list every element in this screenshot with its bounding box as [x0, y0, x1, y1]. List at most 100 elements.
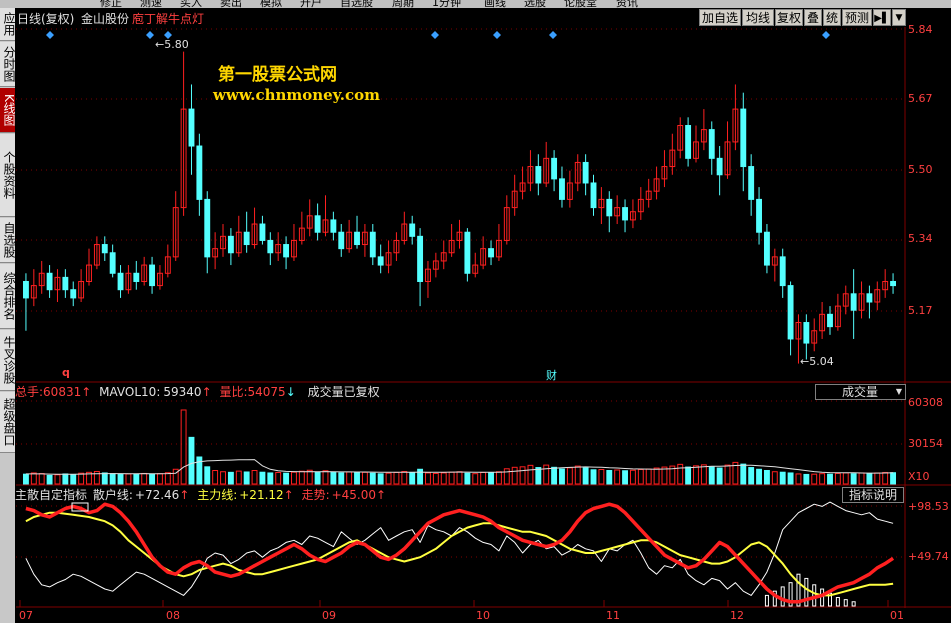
retail-bar [843, 599, 848, 607]
indicator-name[interactable]: 主散自定指标 [15, 488, 87, 502]
candle-body [196, 145, 203, 200]
volume-bar [693, 465, 699, 485]
retail-bar [820, 588, 825, 607]
volume-bar [117, 473, 124, 485]
retail-line [25, 501, 894, 596]
candle-body [377, 256, 384, 266]
volume-bar [235, 470, 242, 485]
trend-label: 走势: [301, 488, 330, 502]
candle-body [488, 248, 494, 258]
candle-body [559, 178, 565, 200]
volume-bar [204, 466, 211, 485]
mavol-value: 59340 [163, 385, 202, 399]
volume-bar [306, 469, 313, 485]
volume-bar [125, 473, 132, 485]
candle-body [330, 219, 337, 233]
candle-body [46, 272, 53, 291]
volume-bar [700, 464, 707, 485]
retail-bar [835, 597, 840, 607]
candle-body [227, 235, 234, 254]
volume-bar [38, 473, 45, 485]
indicator-help-button[interactable]: 指标说明 [842, 487, 904, 503]
candle-body [369, 231, 376, 258]
candle-body [590, 182, 597, 209]
volume-bar [46, 474, 53, 485]
retail-line-value: +72.46 [134, 488, 180, 502]
low-price-annotation: ←5.04 [800, 355, 834, 368]
volume-indicator-selected: 成交量 [842, 385, 879, 399]
indicator-tick-label: +49.74 [908, 550, 949, 563]
volume-bar [740, 463, 747, 485]
volume-bar [212, 470, 219, 485]
volume-bar [582, 467, 589, 485]
candle-body [409, 223, 416, 237]
signal-marker-icon [822, 31, 830, 39]
volume-bar [803, 473, 810, 485]
volume-restored-note: 成交量已复权 [307, 385, 380, 399]
volume-bar [771, 471, 778, 485]
volume-bar [346, 471, 353, 485]
retail-bar [780, 586, 785, 607]
volume-bar [291, 471, 297, 485]
candle-body [582, 161, 589, 184]
price-tick-label: 5.50 [908, 163, 933, 176]
volume-bar [141, 472, 148, 485]
volume-bar [54, 474, 61, 485]
candle-body [243, 231, 250, 246]
signal-marker-icon [493, 31, 501, 39]
finance-marker[interactable]: 财 [546, 367, 557, 383]
volume-bar [101, 472, 108, 485]
volume-bar [527, 464, 534, 485]
candle-body [149, 264, 156, 287]
candle-body [117, 272, 124, 291]
volume-bar [590, 469, 597, 485]
volume-indicator-select[interactable]: 成交量 ▼ [815, 384, 906, 400]
candle-body [708, 129, 715, 159]
candle-body [740, 108, 747, 168]
marker-q: q [62, 366, 70, 379]
candle-body [267, 239, 274, 254]
candle-body [827, 313, 833, 328]
date-tick-label: 11 [606, 609, 620, 622]
main-force-label: 主力线: [197, 488, 238, 502]
volume-bar [22, 473, 29, 485]
volume-bar [787, 472, 794, 485]
date-tick-label: 07 [19, 609, 33, 622]
volume-bar [811, 473, 818, 485]
volume-bar [519, 466, 526, 485]
volume-bar [417, 468, 424, 485]
volume-bar [748, 467, 755, 485]
up-arrow-icon: ↑ [283, 488, 294, 502]
volume-bar [598, 469, 605, 485]
indicator-tick-label: +98.53 [908, 500, 949, 513]
retail-bar [851, 601, 856, 607]
volume-bar [298, 470, 305, 485]
volume-bar [653, 467, 660, 485]
candle-body [204, 198, 211, 258]
volume-bar [440, 472, 447, 485]
volume-bar [629, 469, 636, 485]
candle-body [866, 293, 873, 303]
candle-body [535, 166, 542, 184]
volume-bar [393, 471, 400, 485]
volume-bar [385, 472, 392, 485]
mavol10-line [25, 459, 894, 475]
volume-bar [779, 471, 786, 485]
candle-body [787, 285, 794, 340]
candle-body [188, 108, 195, 147]
candle-body [70, 289, 77, 299]
up-arrow-icon: ↑ [376, 488, 387, 502]
volume-bar [850, 473, 857, 485]
volume-bar [322, 470, 329, 485]
candle-body [763, 231, 770, 266]
volume-bar [448, 471, 455, 485]
stock-chart[interactable] [0, 0, 951, 623]
candle-body [850, 293, 857, 311]
date-tick-label: 12 [730, 609, 744, 622]
volume-info-bar: 总手:60831↑ MAVOL10: 59340↑ 量比:54075↓ 成交量已复… [15, 384, 895, 400]
volume-bar [543, 464, 550, 485]
volume-bar [133, 473, 140, 485]
price-tick-label: 5.84 [908, 23, 933, 36]
volume-bar [338, 472, 345, 485]
volume-bar [551, 466, 558, 485]
